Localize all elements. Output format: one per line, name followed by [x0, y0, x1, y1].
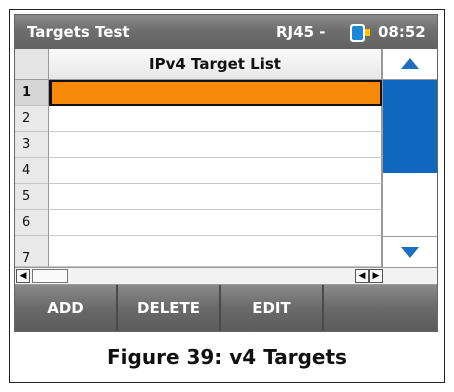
- scroll-down-button[interactable]: [383, 236, 437, 267]
- target-cell[interactable]: [49, 80, 382, 106]
- blank-softkey[interactable]: [324, 285, 437, 331]
- table-row[interactable]: 7: [15, 236, 382, 267]
- target-cell[interactable]: [49, 210, 382, 236]
- table-row[interactable]: 4: [15, 158, 382, 184]
- clock-time: 08:52: [378, 23, 426, 41]
- vertical-scrollbar[interactable]: [382, 49, 437, 267]
- table-row[interactable]: 6: [15, 210, 382, 236]
- battery-icon: [350, 24, 365, 42]
- row-number: 3: [15, 132, 49, 158]
- delete-button[interactable]: DELETE: [118, 285, 221, 331]
- add-button[interactable]: ADD: [15, 285, 118, 331]
- table-row[interactable]: 3: [15, 132, 382, 158]
- row-number: 1: [15, 80, 49, 106]
- table-row[interactable]: 2: [15, 106, 382, 132]
- row-number: 4: [15, 158, 49, 184]
- horizontal-scrollbar[interactable]: ◀ ◀ ▶: [15, 267, 437, 285]
- softkey-toolbar: ADD DELETE EDIT: [15, 285, 437, 331]
- figure-caption: Figure 39: v4 Targets: [107, 345, 347, 369]
- vertical-scroll-thumb[interactable]: [383, 80, 437, 173]
- row-number: 6: [15, 210, 49, 236]
- table-row[interactable]: 1: [15, 80, 382, 106]
- target-cell[interactable]: [49, 106, 382, 132]
- edit-button[interactable]: EDIT: [221, 285, 324, 331]
- title-bar: Targets Test RJ45 - 08:52: [15, 15, 437, 49]
- link-status: RJ45 -: [276, 23, 326, 41]
- arrow-up-icon: [401, 58, 419, 69]
- scroll-left-button[interactable]: ◀: [16, 269, 30, 283]
- target-list-grid: IPv4 Target List 1 2 3 4 5 6 7: [15, 49, 437, 267]
- target-cell[interactable]: [49, 184, 382, 210]
- grid-corner: [15, 49, 49, 80]
- arrow-down-icon: [401, 247, 419, 258]
- scroll-right-button[interactable]: ▶: [369, 269, 383, 283]
- table-row[interactable]: 5: [15, 184, 382, 210]
- scroll-up-button[interactable]: [383, 49, 437, 80]
- target-cell[interactable]: [49, 158, 382, 184]
- row-number: 2: [15, 106, 49, 132]
- screen-title: Targets Test: [27, 23, 130, 41]
- column-header[interactable]: IPv4 Target List: [49, 49, 382, 80]
- row-number: 5: [15, 184, 49, 210]
- device-screen: Targets Test RJ45 - 08:52 IPv4 Target Li…: [14, 14, 438, 332]
- battery-charge-indicator: [365, 29, 370, 36]
- scroll-left-button-right[interactable]: ◀: [355, 269, 369, 283]
- target-cell[interactable]: [49, 236, 382, 267]
- row-number: 7: [15, 236, 49, 267]
- horizontal-scroll-thumb[interactable]: [32, 269, 68, 283]
- target-cell[interactable]: [49, 132, 382, 158]
